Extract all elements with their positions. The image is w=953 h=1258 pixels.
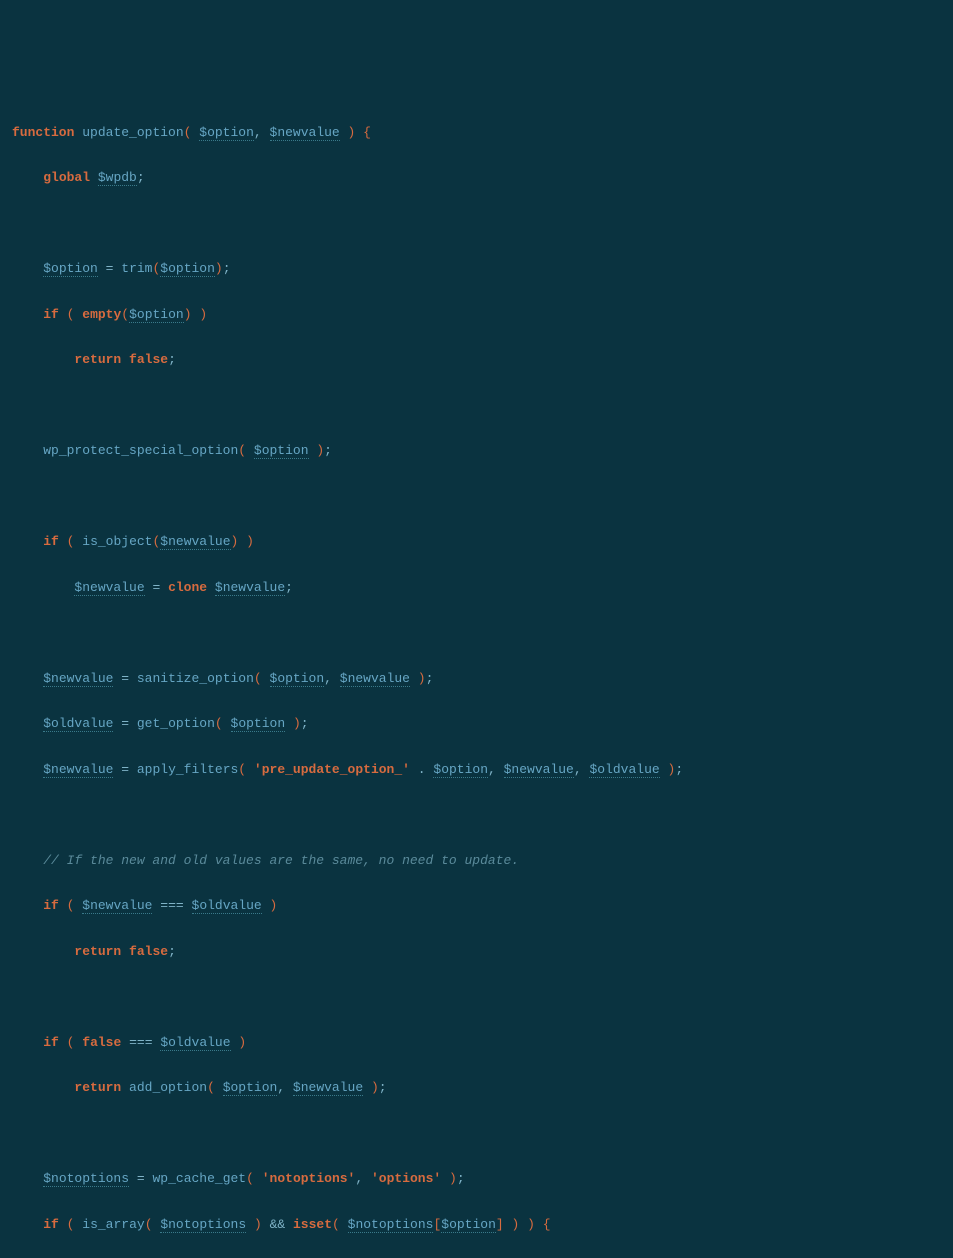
code-line: if ( is_object($newvalue) ) — [10, 531, 953, 554]
code-line: $newvalue = apply_filters( 'pre_update_o… — [10, 759, 953, 782]
param: $option — [199, 125, 254, 141]
code-line: return add_option( $option, $newvalue ); — [10, 1077, 953, 1100]
code-line: $oldvalue = get_option( $option ); — [10, 713, 953, 736]
code-line: function update_option( $option, $newval… — [10, 122, 953, 145]
code-line: if ( empty($option) ) — [10, 304, 953, 327]
keyword-function: function — [12, 125, 74, 140]
comment: // If the new and old values are the sam… — [43, 853, 519, 868]
blank-line — [10, 395, 953, 418]
blank-line — [10, 1123, 953, 1146]
code-line: if ( $newvalue === $oldvalue ) — [10, 895, 953, 918]
code-editor[interactable]: function update_option( $option, $newval… — [10, 99, 953, 1258]
string-literal: 'pre_update_option_' — [254, 762, 410, 777]
blank-line — [10, 986, 953, 1009]
code-line: if ( false === $oldvalue ) — [10, 1032, 953, 1055]
function-name: update_option — [82, 125, 183, 140]
blank-line — [10, 213, 953, 236]
blank-line — [10, 622, 953, 645]
variable: $wpdb — [98, 170, 137, 186]
code-line: wp_protect_special_option( $option ); — [10, 440, 953, 463]
code-line: $option = trim($option); — [10, 258, 953, 281]
code-line: $newvalue = clone $newvalue; — [10, 577, 953, 600]
param: $newvalue — [270, 125, 340, 141]
code-line: return false; — [10, 349, 953, 372]
code-line: // If the new and old values are the sam… — [10, 850, 953, 873]
code-line: $newvalue = sanitize_option( $option, $n… — [10, 668, 953, 691]
code-line: $notoptions = wp_cache_get( 'notoptions'… — [10, 1168, 953, 1191]
code-line: return false; — [10, 941, 953, 964]
code-line: global $wpdb; — [10, 167, 953, 190]
blank-line — [10, 486, 953, 509]
code-line: if ( is_array( $notoptions ) && isset( $… — [10, 1214, 953, 1237]
blank-line — [10, 804, 953, 827]
